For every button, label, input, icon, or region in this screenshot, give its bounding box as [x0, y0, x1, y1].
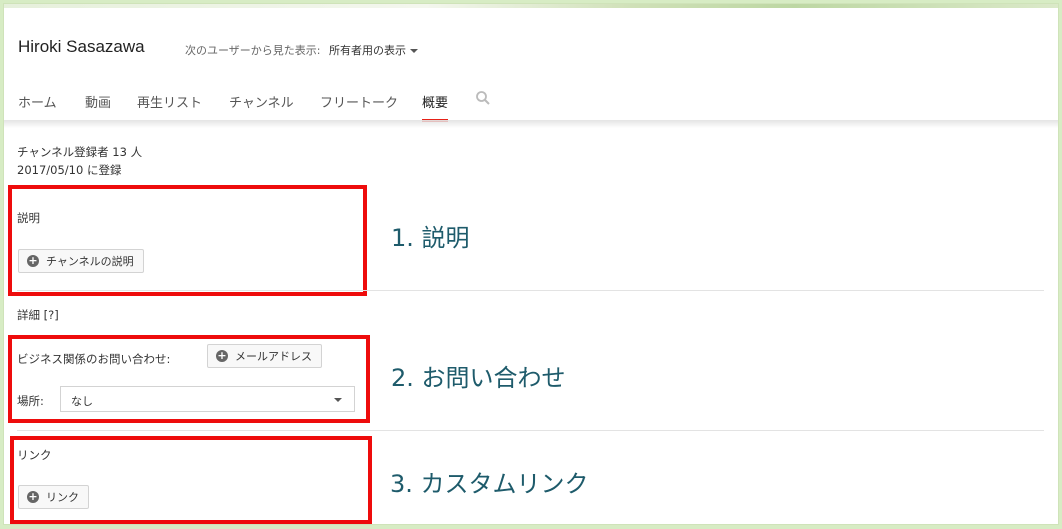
chevron-down-icon — [410, 49, 418, 53]
channel-name: Hiroki Sasazawa — [18, 37, 145, 56]
section-divider — [17, 290, 1044, 291]
highlight-box-links — [10, 436, 372, 524]
view-as-dropdown[interactable]: 所有者用の表示 — [329, 42, 418, 58]
highlight-box-description — [8, 185, 367, 296]
section-divider — [17, 430, 1044, 431]
view-as-label: 次のユーザーから見た表示: — [185, 44, 321, 57]
tab-about[interactable]: 概要 — [422, 92, 449, 122]
tab-discussion[interactable]: フリートーク — [320, 92, 398, 119]
annotation-description: 1. 説明 — [391, 224, 470, 252]
tab-playlists[interactable]: 再生リスト — [137, 92, 202, 119]
tab-videos[interactable]: 動画 — [85, 92, 111, 119]
details-label: 詳細 [?] — [17, 308, 59, 322]
annotation-links: 3. カスタムリンク — [390, 470, 589, 498]
annotation-contact: 2. お問い合わせ — [391, 364, 566, 392]
tab-home[interactable]: ホーム — [18, 92, 57, 119]
highlight-box-contact — [8, 335, 370, 423]
joined-date: 2017/05/10 に登録 — [17, 163, 122, 177]
channel-tabs: ホーム 動画 再生リスト チャンネル フリートーク 概要 — [4, 86, 1058, 122]
search-icon[interactable] — [475, 90, 491, 106]
subscriber-count: チャンネル登録者 13 人 — [17, 145, 143, 159]
page-frame: Hiroki Sasazawa 次のユーザーから見た表示: 所有者用の表示 ホー… — [3, 3, 1059, 525]
header-shadow — [4, 120, 1058, 128]
tab-channels[interactable]: チャンネル — [229, 92, 294, 119]
view-as-value: 所有者用の表示 — [329, 44, 406, 57]
